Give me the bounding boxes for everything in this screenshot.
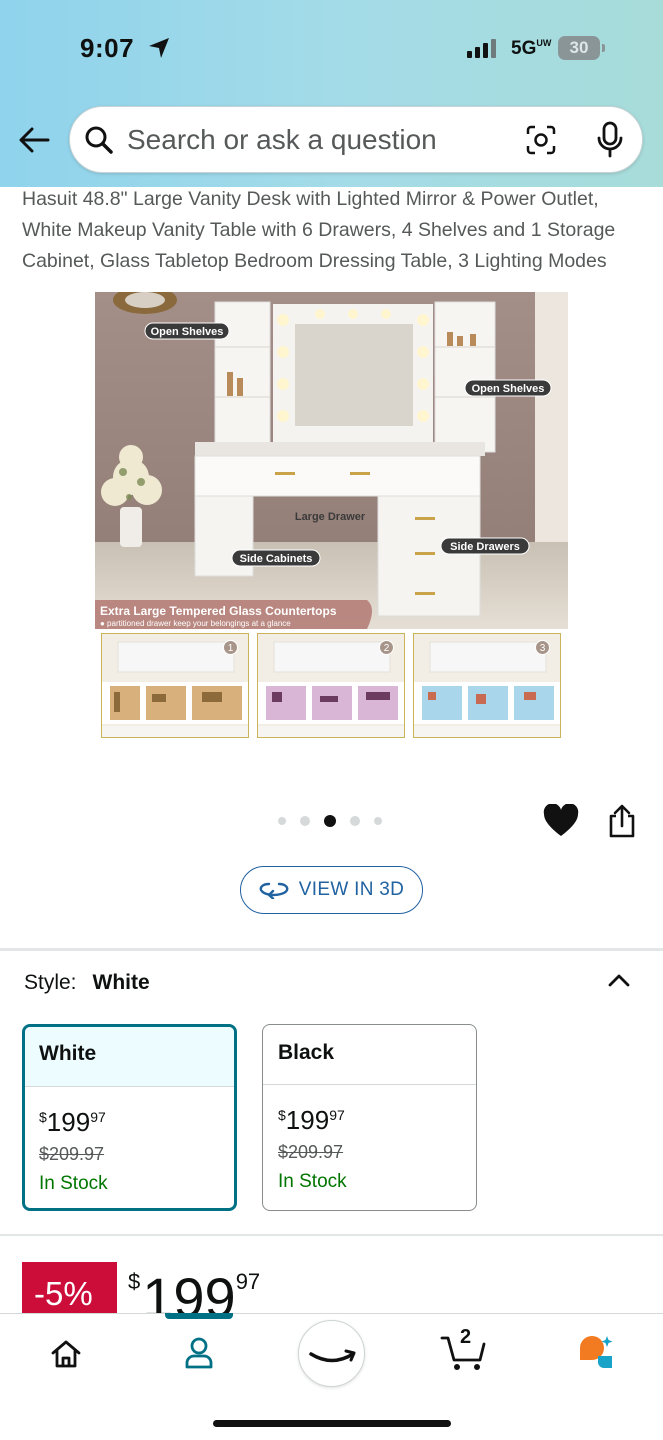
search-input[interactable] — [127, 121, 507, 159]
camera-search-icon[interactable] — [525, 124, 557, 156]
battery-icon: 30 — [558, 36, 605, 60]
style-option-list-price: $209.97 — [39, 1144, 105, 1164]
callout-open-shelves-left: Open Shelves — [151, 326, 224, 338]
amazon-logo-button[interactable] — [298, 1320, 365, 1387]
thumbnail[interactable]: 2 — [257, 633, 405, 738]
account-icon[interactable] — [184, 1336, 214, 1370]
thumbnail[interactable]: 1 — [101, 633, 249, 738]
search-icon — [85, 126, 113, 154]
active-tab-indicator — [165, 1313, 233, 1319]
amazon-smile-icon — [309, 1349, 356, 1363]
style-selected-value: White — [92, 971, 150, 994]
rotate-3d-icon — [259, 882, 289, 899]
view-in-3d-label: VIEW IN 3D — [298, 879, 405, 900]
carousel-dots — [278, 815, 382, 827]
share-icon[interactable] — [606, 804, 638, 838]
cart-button[interactable]: 2 — [440, 1326, 486, 1372]
home-indicator — [213, 1420, 451, 1427]
product-image[interactable]: Open Shelves Open Shelves Large Drawer S… — [95, 292, 568, 629]
status-time: 9:07 — [80, 33, 135, 63]
style-option-black[interactable]: Black $19997 $209.97 In Stock — [262, 1024, 477, 1211]
style-option-name: White — [25, 1027, 234, 1087]
section-divider — [0, 1234, 663, 1236]
back-arrow-icon[interactable] — [16, 123, 52, 157]
style-option-white[interactable]: White $19997 $209.97 In Stock — [22, 1024, 237, 1211]
thumbnail-number: 3 — [535, 640, 550, 655]
product-title[interactable]: Hasuit 48.8" Large Vanity Desk with Ligh… — [22, 184, 652, 277]
callout-side-cabinets: Side Cabinets — [240, 553, 313, 565]
style-option-price: $19997 — [278, 1105, 345, 1135]
carousel-dot[interactable] — [374, 817, 382, 825]
view-in-3d-button[interactable]: VIEW IN 3D — [240, 866, 423, 914]
carousel-dot[interactable] — [350, 816, 360, 826]
style-label: Style: — [24, 971, 77, 994]
carousel-dot[interactable] — [278, 817, 286, 825]
carousel-dot[interactable] — [300, 816, 310, 826]
style-label-row: Style: White — [24, 971, 150, 995]
callout-side-drawers: Side Drawers — [450, 541, 520, 553]
style-option-stock: In Stock — [39, 1173, 108, 1194]
network-indicator: 5GUW — [511, 38, 552, 59]
carousel-dot-active[interactable] — [324, 815, 336, 827]
style-option-stock: In Stock — [278, 1171, 347, 1192]
discount-badge: -5% — [22, 1262, 117, 1314]
callout-open-shelves-right: Open Shelves — [472, 383, 545, 395]
style-option-name: Black — [263, 1025, 476, 1085]
section-divider — [0, 948, 663, 951]
search-bar[interactable] — [69, 106, 643, 173]
style-option-list-price: $209.97 — [278, 1142, 344, 1162]
banner-subtitle: ● partitioned drawer keep your belonging… — [100, 619, 291, 628]
home-icon[interactable] — [50, 1338, 82, 1370]
rufus-assistant-icon[interactable] — [578, 1334, 616, 1370]
location-arrow-icon — [149, 38, 169, 58]
image-thumbnails: 1 2 3 — [101, 633, 561, 738]
heart-icon[interactable] — [543, 804, 579, 838]
thumbnail-number: 1 — [223, 640, 238, 655]
thumbnail[interactable]: 3 — [413, 633, 561, 738]
banner-title: Extra Large Tempered Glass Countertops — [100, 604, 337, 618]
callout-large-drawer: Large Drawer — [295, 511, 366, 523]
chevron-up-icon[interactable] — [606, 970, 632, 990]
signal-icon — [467, 38, 496, 58]
thumbnail-number: 2 — [379, 640, 394, 655]
microphone-icon[interactable] — [595, 121, 625, 159]
style-option-price: $19997 — [39, 1107, 106, 1137]
header: 9:07 5GUW 30 — [0, 0, 663, 187]
cart-count: 2 — [460, 1326, 472, 1348]
vanity-illustration: Open Shelves Open Shelves Large Drawer S… — [95, 292, 568, 629]
